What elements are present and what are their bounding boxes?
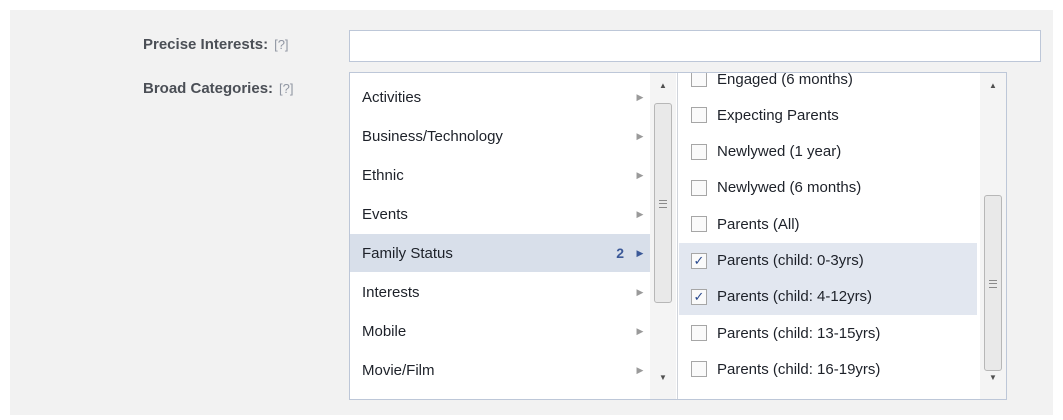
category-item[interactable]: Events ▶ <box>350 195 650 233</box>
category-item[interactable]: Movie/Film ▶ <box>350 351 650 389</box>
category-count-badge: 2 <box>616 245 624 261</box>
option-scrollbar[interactable]: ▲ ▼ <box>980 73 1006 399</box>
category-item[interactable]: Activities ▶ <box>350 78 650 116</box>
category-label: Interests <box>362 283 420 301</box>
chevron-right-icon: ▶ <box>636 91 644 102</box>
chevron-right-icon: ▶ <box>636 169 644 180</box>
category-label: Ethnic <box>362 166 404 184</box>
precise-interests-label-text: Precise Interests: <box>143 36 269 53</box>
broad-categories-selector: Activities ▶ Business/Technology ▶ Ethnic ▶ Ev… <box>349 72 1007 400</box>
option-item[interactable]: ✓ Parents (child: 0-3yrs) <box>679 242 977 279</box>
option-checkbox[interactable] <box>691 216 707 233</box>
option-checkbox[interactable] <box>691 107 707 124</box>
option-checkbox[interactable] <box>691 73 707 87</box>
option-item[interactable]: Newlywed (1 year) <box>679 134 977 170</box>
category-scrollbar[interactable]: ▲ ▼ <box>650 73 676 399</box>
category-list: Activities ▶ Business/Technology ▶ Ethnic ▶ Ev… <box>350 73 678 399</box>
check-icon: ✓ <box>693 253 705 268</box>
category-label: Events <box>362 205 408 223</box>
category-item[interactable]: Family Status 2 ▶ <box>350 234 650 272</box>
option-checkbox[interactable] <box>691 179 707 196</box>
option-label: Newlywed (6 months) <box>717 179 862 197</box>
category-label: Activities <box>362 88 422 106</box>
option-item[interactable]: Engaged (6 months) <box>679 73 977 97</box>
category-scroll-thumb[interactable] <box>654 103 672 303</box>
option-item[interactable]: Parents (All) <box>679 206 977 242</box>
option-checkbox[interactable]: ✓ <box>691 252 707 269</box>
chevron-right-icon: ▶ <box>636 247 644 258</box>
category-item[interactable]: Mobile ▶ <box>350 312 650 350</box>
broad-categories-label: Broad Categories: [?] <box>143 80 294 97</box>
option-label: Parents (All) <box>717 215 800 233</box>
option-label: Parents (child: 4-12yrs) <box>717 288 873 306</box>
broad-categories-label-text: Broad Categories: <box>143 80 274 97</box>
category-item[interactable]: Ethnic ▶ <box>350 156 650 194</box>
chevron-right-icon: ▶ <box>636 208 644 219</box>
category-item[interactable]: Business/Technology ▶ <box>350 117 650 155</box>
scroll-down-arrow-icon[interactable]: ▼ <box>980 373 1006 382</box>
option-checkbox[interactable] <box>691 143 707 160</box>
category-item[interactable]: Interests ▶ <box>350 273 650 311</box>
precise-interests-input[interactable] <box>349 30 1041 62</box>
chevron-right-icon: ▶ <box>636 286 644 297</box>
check-icon: ✓ <box>693 289 705 305</box>
option-scroll-thumb[interactable] <box>984 195 1002 371</box>
precise-interests-help-link[interactable]: [?] <box>274 37 288 52</box>
option-label: Parents (child: 13-15yrs) <box>717 324 881 342</box>
option-label: Newlywed (1 year) <box>717 143 842 161</box>
option-checkbox[interactable] <box>691 361 707 378</box>
category-label: Mobile <box>362 322 407 340</box>
broad-categories-help-link[interactable]: [?] <box>279 81 293 96</box>
option-label: Parents (child: 16-19yrs) <box>717 360 881 378</box>
option-item[interactable]: Parents (child: 13-15yrs) <box>679 315 977 351</box>
chevron-right-icon: ▶ <box>636 364 644 375</box>
option-item[interactable]: Parents (child: 16-19yrs) <box>679 351 977 387</box>
scroll-up-arrow-icon[interactable]: ▲ <box>980 81 1006 90</box>
option-label: Parents (child: 0-3yrs) <box>717 252 864 269</box>
option-item[interactable]: Newlywed (6 months) <box>679 170 977 206</box>
option-checkbox[interactable]: ✓ <box>691 288 707 305</box>
option-label: Expecting Parents <box>717 106 839 124</box>
precise-interests-label: Precise Interests: [?] <box>143 36 289 53</box>
option-list: Engaged (6 months) Expecting Parents Newly… <box>679 73 979 399</box>
scroll-up-arrow-icon[interactable]: ▲ <box>650 81 676 90</box>
option-checkbox[interactable] <box>691 325 707 342</box>
scroll-down-arrow-icon[interactable]: ▼ <box>650 373 676 382</box>
category-label: Movie/Film <box>362 361 435 379</box>
chevron-right-icon: ▶ <box>636 325 644 336</box>
option-item[interactable]: ✓ Parents (child: 4-12yrs) <box>679 278 977 315</box>
option-label: Engaged (6 months) <box>717 73 853 88</box>
category-label: Family Status <box>362 244 453 262</box>
chevron-right-icon: ▶ <box>636 130 644 141</box>
option-item[interactable]: Expecting Parents <box>679 97 977 133</box>
category-label: Business/Technology <box>362 127 503 145</box>
